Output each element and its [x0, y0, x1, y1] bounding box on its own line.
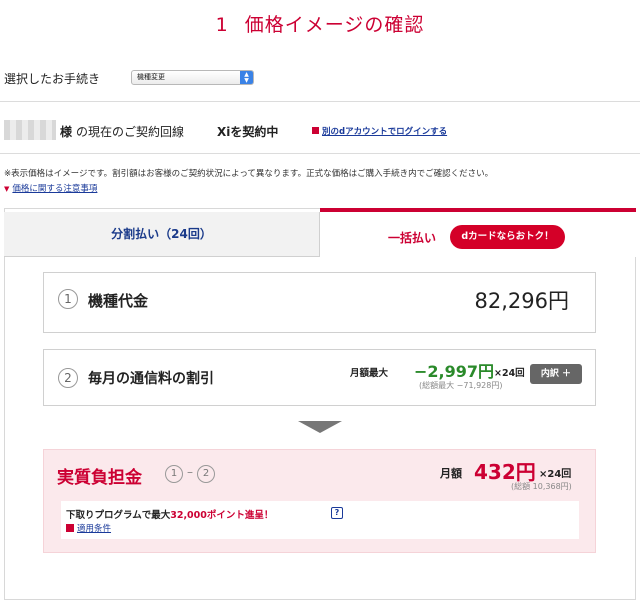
monthly-times: ×24回: [539, 469, 572, 480]
disclaimer-note: ※表示価格はイメージです。割引額はお客様のご契約状況によって異なります。正式な価…: [4, 169, 494, 179]
monthly-discount-box: 2 毎月の通信料の割引 月額最大 −2,997円 ×24回 (総額最大 −71,…: [43, 349, 596, 406]
device-price-label: 機種代金: [88, 292, 149, 310]
formula-circle-2: 2: [197, 465, 215, 483]
actual-cost-total: (総額 10,368円): [511, 482, 572, 491]
breakdown-button[interactable]: 内訳 ＋: [530, 364, 582, 384]
device-price-box: 1 機種代金 82,296円: [43, 272, 596, 333]
conditions-link-text: 適用条件: [77, 524, 112, 534]
actual-cost-title: 実質負担金: [57, 468, 142, 488]
conditions-link[interactable]: 適用条件: [66, 522, 111, 534]
discount-prefix: 月額最大: [350, 368, 389, 379]
promo-text: 下取りプログラムで最大32,000ポイント進呈！: [66, 507, 273, 521]
trade-in-promo: 下取りプログラムで最大32,000ポイント進呈！ ? 適用条件: [61, 501, 579, 539]
discount-total: (総額最大 −71,928円): [419, 381, 503, 390]
procedure-label: 選択したお手続き: [4, 72, 101, 86]
promo-text-before: 下取りプログラムで最大: [66, 510, 171, 521]
procedure-select-value: 機種変更: [137, 73, 165, 81]
formula-circle-1: 1: [165, 465, 183, 483]
promo-points: 32,000ポイント進呈！: [170, 510, 274, 521]
formula-dash: –: [187, 465, 193, 479]
triangle-down-icon: ▼: [4, 185, 10, 193]
discount-times: ×24回: [494, 368, 525, 379]
divider: [0, 153, 640, 154]
current-line-text: の現在のご契約回線: [76, 125, 185, 139]
arrow-down-icon: [298, 421, 342, 433]
link-square-icon: [66, 524, 74, 532]
login-link-text: 別のdアカウントでログインする: [322, 127, 448, 137]
number-circle-2: 2: [58, 368, 78, 388]
price-notice-text: 価格に関する注意事項: [12, 184, 98, 194]
monthly-label: 月額: [440, 467, 462, 480]
step-title: 価格イメージの確認: [244, 14, 425, 36]
tab-lump-sum[interactable]: 一括払い dカードならおトク！: [320, 208, 636, 257]
contract-plan: Xiを契約中: [217, 125, 279, 139]
tab-lump-sum-label: 一括払い: [388, 231, 437, 245]
procedure-select[interactable]: 機種変更 ▲ ▼: [131, 70, 254, 85]
page-title: 1 価格イメージの確認: [0, 10, 640, 37]
divider: [0, 101, 640, 102]
tab-installment[interactable]: 分割払い（24回）: [4, 212, 320, 257]
discount-amount: −2,997円: [414, 362, 495, 381]
number-circle-1: 1: [58, 289, 78, 309]
select-arrows-icon: ▲ ▼: [240, 71, 253, 84]
honorific: 様: [60, 125, 73, 139]
link-square-icon: [312, 127, 319, 134]
price-notice-link[interactable]: ▼ 価格に関する注意事項: [4, 182, 97, 194]
actual-cost-box: 実質負担金 1 – 2 月額 432円 ×24回 (総額 10,368円) 下取…: [43, 449, 596, 553]
masked-customer-name: [4, 120, 56, 140]
login-other-account-link[interactable]: 別のdアカウントでログインする: [312, 125, 447, 137]
step-number: 1: [215, 14, 229, 36]
device-price-value: 82,296円: [474, 289, 569, 313]
help-icon[interactable]: ?: [331, 507, 343, 519]
dcard-badge: dカードならおトク！: [450, 225, 565, 249]
monthly-discount-label: 毎月の通信料の割引: [88, 371, 214, 387]
